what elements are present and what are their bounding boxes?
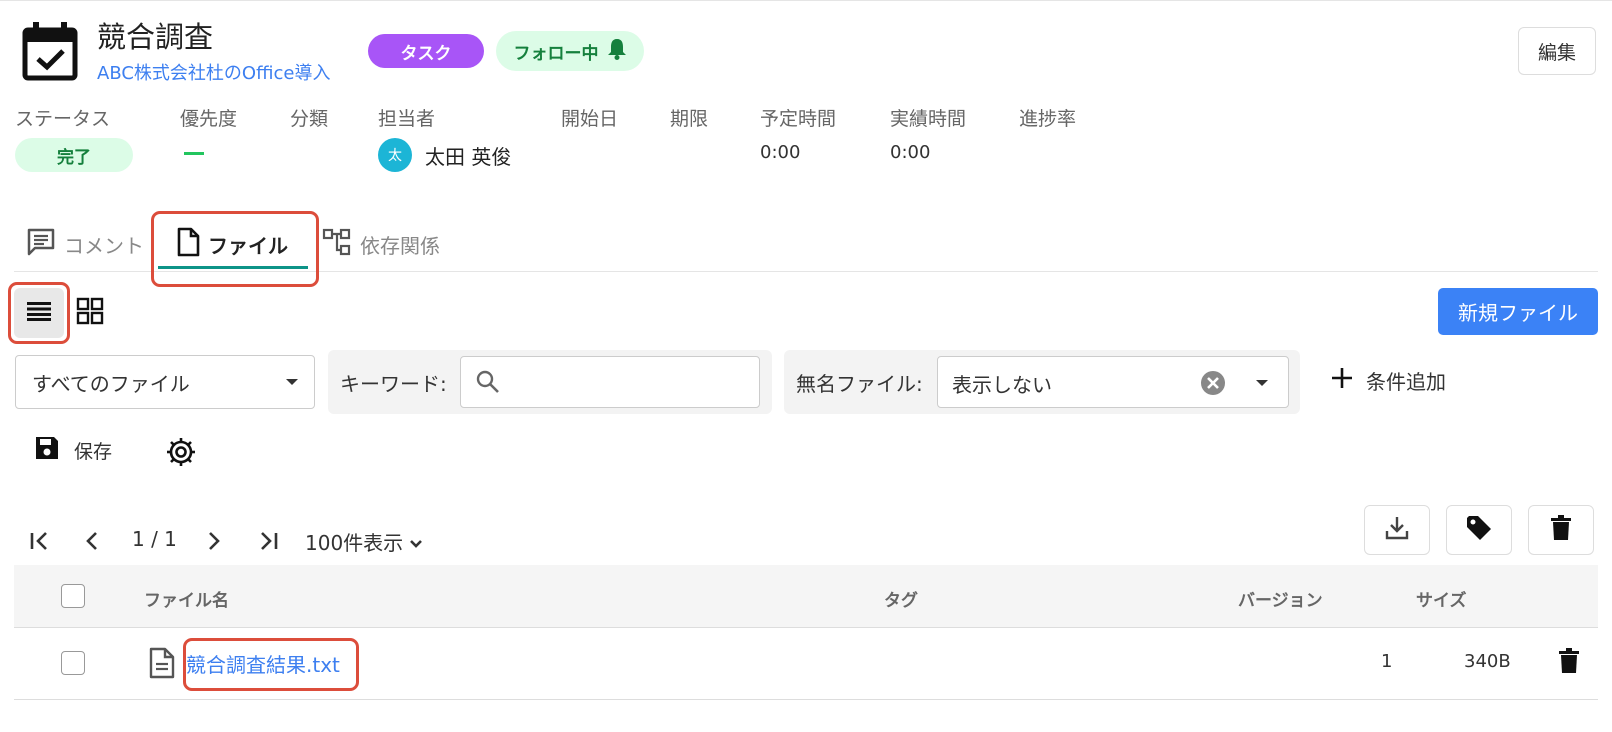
status-badge[interactable]: 完了 (15, 138, 133, 172)
per-page-select[interactable]: 100件表示 (305, 527, 423, 556)
column-header-size[interactable]: サイズ (1416, 586, 1467, 611)
add-condition-button[interactable]: 条件追加 (1330, 366, 1446, 395)
unnamed-files-label: 無名ファイル: (796, 372, 923, 396)
row-checkbox[interactable] (61, 651, 85, 675)
unnamed-files-value: 表示しない (952, 373, 1052, 397)
column-header-version[interactable]: バージョン (1238, 586, 1323, 611)
next-page-icon[interactable] (200, 527, 228, 555)
save-label: 保存 (74, 441, 113, 463)
column-header-name[interactable]: ファイル名 (144, 586, 229, 611)
highlight-list-view (8, 282, 70, 344)
file-scope-value: すべてのファイル (32, 371, 190, 396)
assignee-label: 担当者 (378, 108, 436, 130)
follow-label: フォロー中 (513, 43, 599, 64)
file-scope-select[interactable]: すべてのファイル (15, 355, 315, 409)
priority-label: 優先度 (180, 108, 238, 130)
dependency-icon (322, 227, 352, 262)
project-link[interactable]: ABC株式会社杜のOffice導入 (97, 59, 330, 85)
clear-icon[interactable] (1200, 370, 1226, 400)
save-button[interactable]: 保存 (34, 435, 112, 466)
grid-view-button[interactable] (70, 293, 110, 333)
last-page-icon[interactable] (254, 527, 282, 555)
tab-comments[interactable]: コメント (26, 222, 144, 266)
download-icon (1384, 515, 1410, 545)
column-header-tag[interactable]: タグ (884, 586, 918, 611)
row-divider (14, 699, 1598, 700)
trash-icon (1550, 515, 1572, 545)
trash-icon[interactable] (1558, 648, 1580, 678)
file-version: 1 (1381, 651, 1393, 672)
plus-icon (1330, 366, 1354, 395)
file-size: 340B (1464, 651, 1511, 672)
task-type-badge: タスク (368, 34, 484, 68)
tab-dependencies-label: 依存関係 (360, 233, 440, 258)
category-label: 分類 (290, 108, 329, 130)
page-indicator: 1 / 1 (132, 527, 177, 551)
chevron-down-icon (409, 530, 423, 554)
start-date-label: 開始日 (561, 108, 619, 130)
assignee-name: 太田 英俊 (425, 145, 512, 169)
table-header (14, 565, 1598, 628)
actual-time-label: 実績時間 (890, 108, 967, 130)
highlight-file-link (183, 638, 359, 691)
chevron-down-icon (286, 379, 298, 385)
progress-label: 進捗率 (1019, 108, 1077, 130)
highlight-files-tab (151, 211, 319, 287)
status-label: ステータス (15, 108, 111, 130)
add-condition-label: 条件追加 (1366, 370, 1446, 394)
tab-comments-label: コメント (64, 233, 144, 258)
tab-dependencies[interactable]: 依存関係 (322, 222, 440, 266)
avatar: 太 (378, 138, 412, 172)
save-icon (34, 435, 60, 466)
new-file-button[interactable]: 新規ファイル (1438, 288, 1598, 335)
document-icon (148, 647, 176, 683)
first-page-icon[interactable] (26, 527, 54, 555)
priority-value-dash (184, 152, 204, 155)
follow-button[interactable]: フォロー中 (496, 31, 644, 71)
actual-time-value: 0:00 (890, 142, 931, 163)
comment-icon (26, 227, 56, 262)
top-border (0, 0, 1612, 1)
tag-icon (1465, 514, 1493, 546)
planned-time-label: 予定時間 (760, 108, 837, 130)
tag-button[interactable] (1446, 505, 1512, 555)
calendar-check-icon (22, 22, 78, 82)
chevron-down-icon[interactable] (1256, 380, 1268, 386)
per-page-value: 100件表示 (305, 531, 404, 555)
prev-page-icon[interactable] (78, 527, 106, 555)
due-date-label: 期限 (670, 108, 709, 130)
planned-time-value: 0:00 (760, 142, 801, 163)
bell-icon (607, 38, 627, 65)
search-icon (475, 369, 501, 399)
edit-button[interactable]: 編集 (1518, 27, 1596, 75)
keyword-label: キーワード: (340, 372, 447, 396)
keyword-input[interactable] (460, 356, 760, 408)
page-title: 競合調査 (97, 20, 214, 54)
unnamed-files-select[interactable]: 表示しない (937, 356, 1289, 408)
download-button[interactable] (1364, 505, 1430, 555)
select-all-checkbox[interactable] (61, 584, 85, 608)
gear-icon[interactable] (164, 435, 198, 469)
delete-selected-button[interactable] (1528, 505, 1594, 555)
grid-view-icon (76, 297, 104, 329)
